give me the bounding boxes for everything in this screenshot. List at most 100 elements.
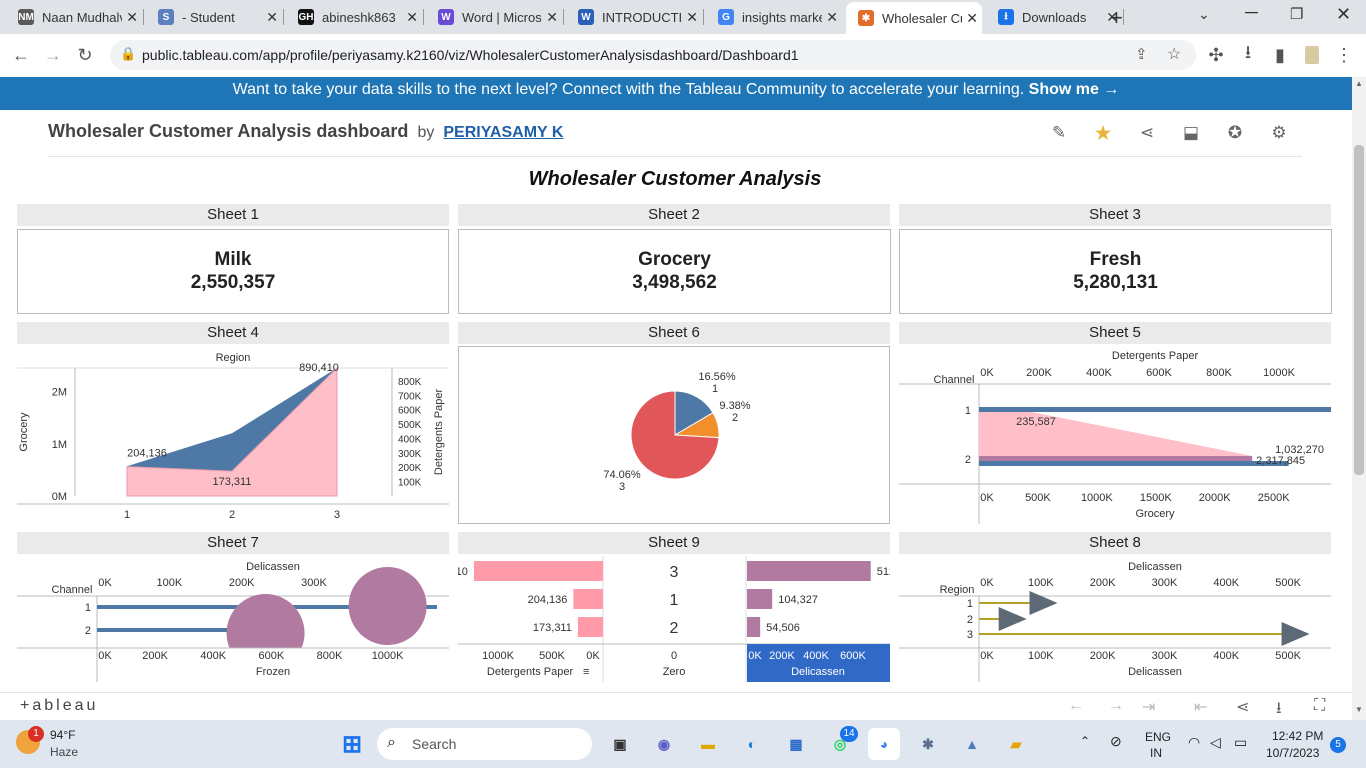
tray-chevron-icon[interactable]: ⌃ bbox=[1080, 734, 1090, 748]
folder-app-icon[interactable]: ▰ bbox=[1000, 728, 1032, 760]
reload-icon[interactable]: ↻ bbox=[72, 42, 98, 68]
sheet8-chart[interactable]: Delicassen 0K 100K 200K 300K 400K 500K Region 1 2… bbox=[899, 556, 1331, 682]
chrome-icon[interactable]: ◕ bbox=[868, 728, 900, 760]
sheet9-butterfly-chart[interactable]: 890,410 204,136 173,311 3 1 2 512,110 104,327 54… bbox=[458, 556, 890, 682]
clock-time[interactable]: 12:42 PM bbox=[1272, 729, 1323, 743]
taskbar-search[interactable]: ⌕ Search bbox=[377, 728, 592, 760]
embed-icon[interactable]: ⬓ bbox=[1180, 122, 1202, 144]
tab-search-chevron-icon[interactable]: ⌄ bbox=[1198, 6, 1210, 23]
lang-eng[interactable]: ENG bbox=[1145, 730, 1171, 744]
tab-favicon-icon: NM bbox=[18, 9, 34, 25]
redo-icon[interactable]: → bbox=[1108, 697, 1124, 715]
share-icon[interactable]: ⋖ bbox=[1236, 697, 1249, 717]
tab-close-icon[interactable]: ✕ bbox=[826, 9, 838, 26]
y-tick-label: 1M bbox=[52, 439, 67, 451]
tab-title: - Student bbox=[182, 9, 235, 25]
banner-show-me-link[interactable]: Show me → bbox=[1029, 81, 1120, 98]
tableau-app-icon[interactable]: ✱ bbox=[912, 728, 944, 760]
volume-icon[interactable]: ◁ bbox=[1210, 734, 1221, 751]
forward-icon[interactable]: → bbox=[40, 42, 66, 68]
y2-tick-label: 100K bbox=[398, 478, 422, 489]
tableau-logo[interactable]: +ableau bbox=[20, 697, 98, 715]
top-tick-label: 100K bbox=[156, 577, 182, 589]
microsoft-store-icon[interactable]: ▦ bbox=[780, 728, 812, 760]
author-link[interactable]: PERIYASAMY K bbox=[443, 124, 563, 141]
tab-title: insights market bbox=[742, 9, 822, 25]
tab-title: INTRODUCTION bbox=[602, 9, 682, 25]
sheet6-pie-chart[interactable]: 16.56%19.38%2 74.06%3 bbox=[458, 346, 890, 524]
tab-close-icon[interactable]: ✕ bbox=[406, 9, 418, 26]
browser-tab[interactable]: W INTRODUCTION✕ bbox=[566, 4, 702, 30]
sheet5-bar-chart[interactable]: Detergents Paper0K 200K 400K 600K 800K 1000KC… bbox=[899, 346, 1331, 524]
browser-tab[interactable]: GH abineshk863 ✕ bbox=[286, 4, 422, 30]
address-bar[interactable]: 🔒 public.tableau.com/app/profile/periyas… bbox=[110, 40, 1196, 70]
kpi-fresh[interactable]: Fresh 5,280,131 bbox=[899, 229, 1332, 314]
clock-date[interactable]: 10/7/2023 bbox=[1266, 746, 1319, 760]
notification-badge[interactable]: 5 bbox=[1330, 737, 1346, 753]
file-explorer-icon[interactable]: ▬ bbox=[692, 728, 724, 760]
task-view-icon[interactable]: ▣ bbox=[604, 728, 636, 760]
reset-icon[interactable]: ⇤ bbox=[1194, 697, 1207, 717]
side-panel-icon[interactable]: ▮ bbox=[1267, 42, 1293, 68]
restore-icon[interactable]: ❐ bbox=[1290, 5, 1303, 23]
back-icon[interactable]: ← bbox=[8, 42, 34, 68]
settings-gear-icon[interactable]: ⚙ bbox=[1268, 122, 1290, 144]
tab-close-icon[interactable]: ✕ bbox=[686, 9, 698, 26]
battery-icon[interactable]: ▭ bbox=[1234, 734, 1247, 751]
tab-title: Word | Microsoft bbox=[462, 9, 542, 25]
teams-chat-icon[interactable]: ◉ bbox=[648, 728, 680, 760]
badge-icon[interactable]: ✪ bbox=[1224, 122, 1246, 144]
scrollbar-thumb[interactable] bbox=[1354, 145, 1364, 475]
new-tab-button[interactable]: + bbox=[1110, 5, 1123, 31]
revert-icon[interactable]: ⇥ bbox=[1142, 697, 1155, 717]
data-label: 2,317,845 bbox=[1256, 455, 1305, 467]
profile-avatar[interactable] bbox=[1299, 42, 1325, 68]
browser-tab[interactable]: NM Naan Mudhalvan✕ bbox=[6, 4, 142, 30]
tab-close-icon[interactable]: ✕ bbox=[546, 9, 558, 26]
scroll-down-icon[interactable]: ▼ bbox=[1355, 705, 1363, 714]
undo-icon[interactable]: ← bbox=[1068, 697, 1084, 715]
slice-label: 2 bbox=[732, 412, 738, 424]
delicassen-marker bbox=[998, 607, 1027, 631]
browser-tab[interactable]: ✱ Wholesaler Customer✕ bbox=[846, 2, 982, 34]
download-icon[interactable]: ⭳ bbox=[1235, 42, 1261, 68]
sheet7-chart[interactable]: Delicassen 0K 100K 200K 300K 400K Channel 1 2 0K 2… bbox=[17, 556, 449, 682]
category-label: 2 bbox=[965, 454, 971, 466]
kpi-grocery[interactable]: Grocery 3,498,562 bbox=[458, 229, 891, 314]
start-windows-icon[interactable]: ⊞ bbox=[336, 728, 368, 760]
page-scrollbar[interactable]: ▲ ▼ bbox=[1352, 77, 1366, 720]
tab-close-icon[interactable]: ✕ bbox=[966, 10, 978, 27]
browser-tab[interactable]: ⭳ Downloads ✕ bbox=[986, 4, 1122, 30]
close-window-icon[interactable]: ✕ bbox=[1336, 4, 1351, 25]
tab-close-icon[interactable]: ✕ bbox=[266, 9, 278, 26]
minimize-icon[interactable]: ─ bbox=[1245, 2, 1258, 23]
tab-close-icon[interactable]: ✕ bbox=[126, 9, 138, 26]
bottom-tick-label: 600K bbox=[259, 650, 285, 662]
edge-icon[interactable]: ◐ bbox=[736, 728, 768, 760]
share-icon[interactable]: ⋖ bbox=[1136, 122, 1158, 144]
fullscreen-icon[interactable]: ⛶ bbox=[1314, 697, 1325, 715]
bookmark-star-icon[interactable]: ☆ bbox=[1167, 44, 1181, 64]
lang-in[interactable]: IN bbox=[1150, 746, 1162, 760]
sheet4-title: Region bbox=[216, 352, 251, 364]
extensions-icon[interactable]: ✣ bbox=[1203, 42, 1229, 68]
sheet4-area-chart[interactable]: Region 204,136 173,311 890,410 1 2 3 0M 1M 2M 100K… bbox=[17, 346, 449, 524]
browser-tab[interactable]: S - Student ✕ bbox=[146, 4, 282, 30]
weather-desc: Haze bbox=[50, 745, 79, 759]
y2-tick-label: 700K bbox=[398, 391, 422, 402]
wifi-icon[interactable]: ◠ bbox=[1188, 734, 1200, 751]
photos-icon[interactable]: ▲ bbox=[956, 728, 988, 760]
sheet7-header: Sheet 7 bbox=[17, 532, 449, 554]
browser-tab[interactable]: W Word | Microsoft✕ bbox=[426, 4, 562, 30]
kpi-milk[interactable]: Milk 2,550,357 bbox=[17, 229, 449, 314]
left-tick-label: 1000K bbox=[482, 650, 514, 662]
browser-tab[interactable]: Ginsights market ✕ bbox=[706, 4, 842, 30]
edit-icon[interactable]: ✎ bbox=[1048, 122, 1070, 144]
favorite-star-icon[interactable]: ★ bbox=[1092, 122, 1114, 145]
tray-hidden-icon[interactable]: ⊘ bbox=[1110, 733, 1122, 750]
share-icon[interactable]: ⇪ bbox=[1135, 45, 1148, 63]
tab-favicon-icon: W bbox=[438, 9, 454, 25]
menu-kebab-icon[interactable]: ⋮ bbox=[1331, 42, 1357, 68]
slice-label: 1 bbox=[712, 383, 718, 395]
scroll-up-icon[interactable]: ▲ bbox=[1355, 79, 1363, 88]
